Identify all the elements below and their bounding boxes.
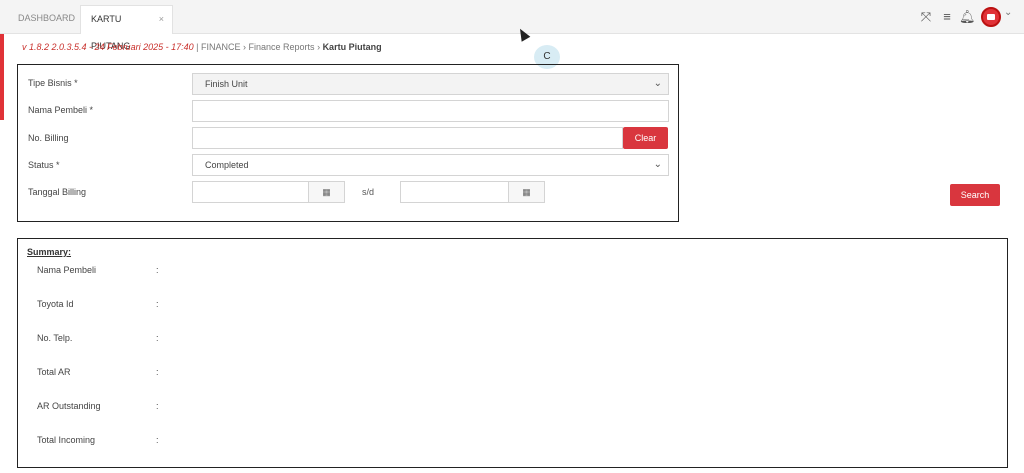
expand-icon[interactable]: ⤧	[918, 8, 934, 26]
search-button[interactable]: Search	[950, 184, 1000, 206]
tab-dashboard[interactable]: DASHBOARD	[8, 5, 78, 34]
chevron-down-icon: ⌄	[653, 78, 662, 89]
avatar[interactable]	[981, 7, 1001, 27]
breadcrumb: v 1.8.2 2.0.3.5.4 - 24 Februari 2025 - 1…	[22, 42, 382, 52]
top-bar: DASHBOARD KARTU PIUTANG × ⤧ ≡ 🔔︎ ⌄	[0, 0, 1024, 51]
summary-colon: :	[156, 333, 159, 343]
summary-label: Total Incoming	[37, 435, 96, 445]
breadcrumb-current: Kartu Piutang	[322, 42, 382, 52]
chevron-down-icon: ⌄	[653, 159, 662, 170]
nama-pembeli-label: Nama Pembeli *	[28, 105, 94, 115]
breadcrumb-finance[interactable]: FINANCE	[201, 42, 241, 52]
chevron-down-icon[interactable]: ⌄	[1004, 7, 1012, 18]
close-tab-icon[interactable]: ×	[159, 6, 164, 33]
calendar-icon[interactable]: ▦	[508, 182, 544, 202]
summary-colon: :	[156, 265, 159, 275]
clear-button[interactable]: Clear	[623, 127, 668, 149]
bell-icon[interactable]: 🔔︎	[959, 8, 976, 26]
tanggal-to-input[interactable]: ▦	[400, 181, 545, 203]
tanggal-billing-label: Tanggal Billing	[28, 187, 87, 197]
status-label: Status *	[28, 160, 60, 170]
tanggal-from-input[interactable]: ▦	[192, 181, 345, 203]
no-billing-label: No. Billing	[28, 133, 69, 143]
summary-panel: Summary: Nama Pembeli : Toyota Id : No. …	[17, 238, 1008, 468]
summary-label: Nama Pembeli	[37, 265, 97, 275]
menu-icon[interactable]: ≡	[939, 8, 955, 26]
filter-form: Tipe Bisnis * Finish Unit ⌄ Nama Pembeli…	[17, 64, 679, 222]
status-select[interactable]: Completed ⌄	[192, 154, 669, 176]
calendar-icon[interactable]: ▦	[308, 182, 344, 202]
breadcrumb-finance-reports[interactable]: Finance Reports	[249, 42, 315, 52]
summary-label: No. Telp.	[37, 333, 73, 343]
tipe-bisnis-select[interactable]: Finish Unit ⌄	[192, 73, 669, 95]
tipe-bisnis-label: Tipe Bisnis *	[28, 78, 78, 88]
summary-label: Toyota Id	[37, 299, 74, 309]
summary-title: Summary:	[27, 247, 72, 257]
nama-pembeli-input[interactable]	[192, 100, 669, 122]
no-billing-input[interactable]	[192, 127, 623, 149]
summary-colon: :	[156, 299, 159, 309]
summary-colon: :	[156, 435, 159, 445]
summary-colon: :	[156, 401, 159, 411]
summary-label: Total AR	[37, 367, 71, 377]
summary-colon: :	[156, 367, 159, 377]
summary-label: AR Outstanding	[37, 401, 101, 411]
date-separator: s/d	[362, 187, 375, 197]
tab-kartu-piutang[interactable]: KARTU PIUTANG ×	[80, 5, 173, 51]
version-text: v 1.8.2 2.0.3.5.4 - 24 Februari 2025 - 1…	[22, 42, 194, 52]
